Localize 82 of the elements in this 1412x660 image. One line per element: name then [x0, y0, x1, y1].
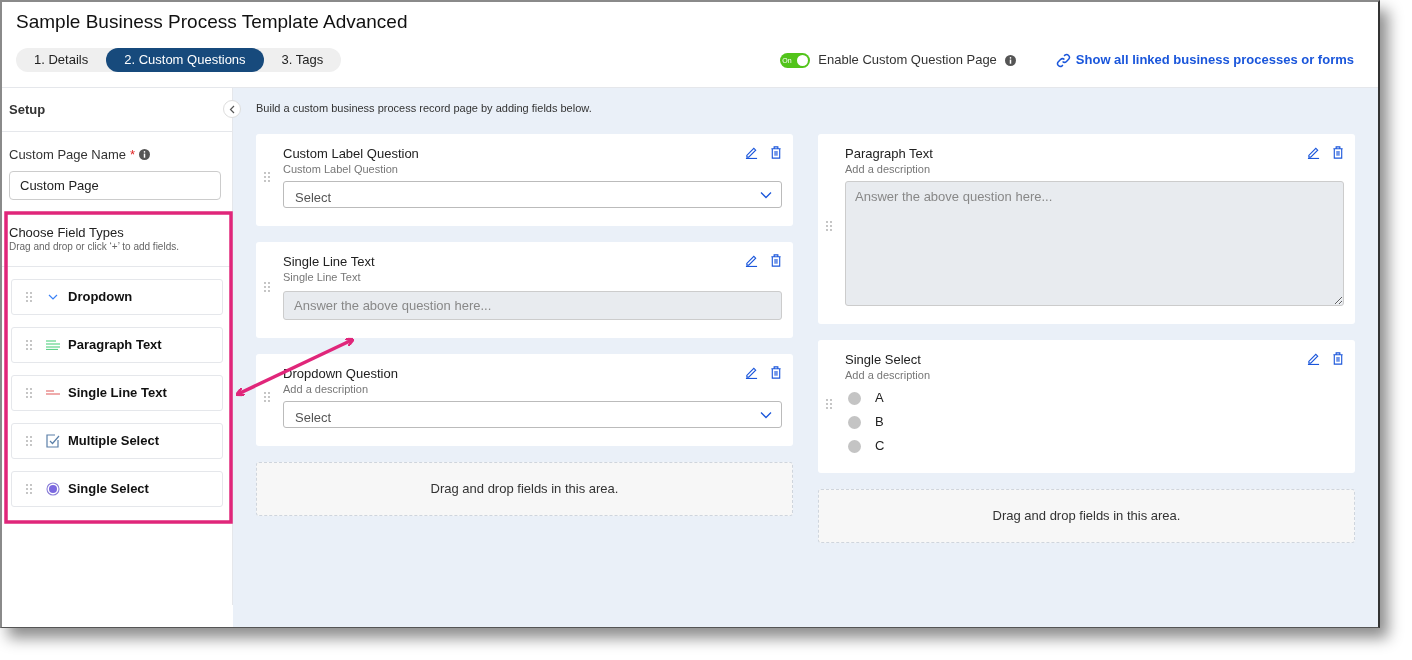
field-type-item[interactable]: Dropdown — [11, 278, 223, 315]
question-title: Dropdown Question — [283, 366, 399, 382]
checkbox-icon — [46, 433, 60, 448]
radio-button[interactable] — [848, 415, 861, 429]
edit-button[interactable] — [745, 146, 758, 159]
toggle-label: Enable Custom Question Page — [818, 51, 997, 70]
chevron-down-icon — [760, 190, 772, 199]
field-type-item[interactable]: Paragraph Text — [11, 326, 223, 363]
question-description: Custom Label Question — [283, 162, 399, 176]
question-title: Single Line Text — [283, 254, 376, 270]
drag-handle-icon — [826, 398, 832, 409]
pencil-icon — [1307, 352, 1320, 365]
select-field[interactable]: Select — [283, 401, 782, 428]
chevron-down-icon — [760, 410, 772, 419]
delete-button[interactable] — [1332, 146, 1344, 159]
delete-button[interactable] — [770, 146, 782, 159]
drag-handle-icon — [26, 339, 32, 350]
trash-icon — [770, 146, 782, 159]
trash-icon — [1332, 146, 1344, 159]
link-icon — [1055, 52, 1071, 68]
info-icon — [139, 149, 151, 161]
step-tab[interactable]: 3. Tags — [263, 48, 342, 72]
drag-handle-icon — [264, 392, 270, 402]
page-name-field[interactable]: Custom Page — [9, 170, 221, 200]
radio-button[interactable] — [848, 391, 861, 405]
question-description: Add a description — [845, 162, 931, 176]
section-title: Choose Field Types — [9, 224, 125, 240]
question-description: Single Line Text — [283, 270, 362, 284]
pencil-icon — [1307, 146, 1320, 159]
pencil-icon — [745, 146, 758, 159]
edit-button[interactable] — [1307, 146, 1320, 159]
trash-icon — [770, 254, 782, 267]
trash-icon — [770, 366, 782, 379]
radio-icon — [46, 481, 60, 496]
drag-handle-icon — [26, 435, 32, 446]
drag-handle-icon — [26, 387, 32, 398]
section-hint: Drag and drop or click ‘+’ to add fields. — [9, 240, 180, 253]
page-title: Sample Business Process Template Advanced — [16, 10, 409, 34]
trash-icon — [1332, 352, 1344, 365]
question-title: Custom Label Question — [283, 146, 420, 162]
drop-zone[interactable]: Drag and drop fields in this area. — [256, 462, 793, 516]
delete-button[interactable] — [1332, 352, 1344, 365]
text-line-icon — [46, 390, 60, 395]
drag-handle-icon — [26, 291, 32, 302]
drag-handle-icon — [264, 172, 270, 182]
option-label: B — [875, 413, 884, 432]
question-title: Single Select — [845, 352, 922, 368]
edit-button[interactable] — [1307, 352, 1320, 365]
edit-button[interactable] — [745, 254, 758, 267]
required-mark: * — [130, 146, 136, 164]
linked-processes-link[interactable]: Show all linked business processes or forms — [1055, 50, 1354, 70]
question-title: Paragraph Text — [845, 146, 934, 162]
answer-field[interactable]: Answer the above question here... — [283, 291, 782, 320]
radio-button[interactable] — [848, 439, 861, 453]
option-label: A — [875, 389, 884, 408]
intro-text: Build a custom business process record page by adding fields below. — [256, 101, 593, 116]
field-type-item[interactable]: Single Line Text — [11, 374, 223, 411]
chevron-left-icon — [229, 104, 235, 114]
field-type-item[interactable]: Single Select — [11, 470, 223, 507]
chevron-down-icon — [47, 292, 59, 301]
info-icon — [1004, 54, 1016, 66]
drop-zone[interactable]: Drag and drop fields in this area. — [818, 489, 1355, 543]
field-label: Custom Page Name — [9, 146, 127, 164]
pencil-icon — [745, 254, 758, 267]
delete-button[interactable] — [770, 366, 782, 379]
field-type-item[interactable]: Multiple Select — [11, 422, 223, 459]
question-description: Add a description — [845, 368, 931, 382]
step-tab[interactable]: 1. Details — [16, 48, 107, 72]
option-label: C — [875, 437, 885, 456]
pencil-icon — [745, 366, 758, 379]
drag-handle-icon — [26, 483, 32, 494]
drag-handle-icon — [826, 221, 832, 231]
collapse-button[interactable] — [223, 100, 241, 118]
text-lines-icon — [46, 339, 60, 350]
question-description: Add a description — [283, 382, 369, 396]
select-field[interactable]: Select — [283, 181, 782, 208]
answer-field[interactable]: Answer the above question here... — [845, 181, 1344, 306]
drag-handle-icon — [264, 282, 270, 292]
delete-button[interactable] — [770, 254, 782, 267]
edit-button[interactable] — [745, 366, 758, 379]
step-tab[interactable]: 2. Custom Questions — [106, 48, 264, 72]
sidebar-title: Setup — [9, 100, 46, 119]
